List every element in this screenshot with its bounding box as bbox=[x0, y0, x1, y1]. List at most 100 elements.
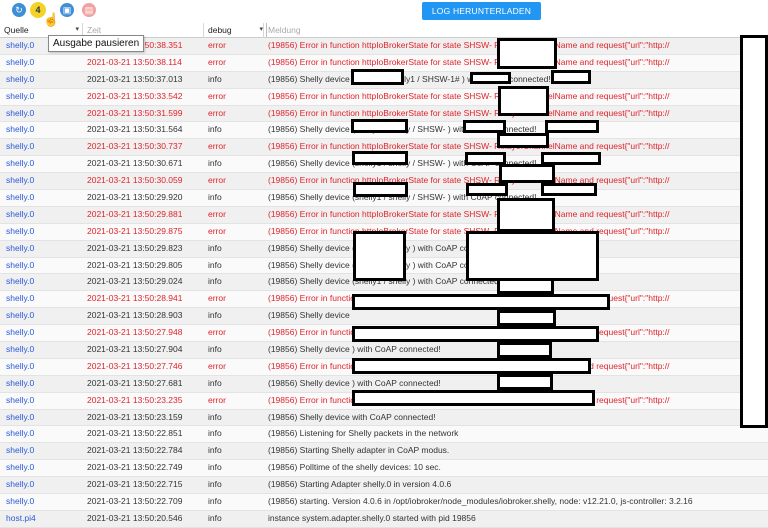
log-level: error bbox=[208, 327, 226, 338]
log-level: info bbox=[208, 158, 222, 169]
delete-button[interactable]: ▤ bbox=[82, 3, 96, 17]
download-log-button[interactable]: LOG HERUNTERLADEN bbox=[422, 2, 541, 20]
redaction-box bbox=[497, 133, 549, 148]
log-message: instance system.adapter.shelly.0 started… bbox=[268, 512, 476, 523]
log-row: shelly.0 2021-03-21 13:50:22.851 info (1985… bbox=[0, 426, 768, 444]
redaction-box bbox=[466, 183, 508, 196]
log-level: info bbox=[208, 344, 222, 355]
log-source[interactable]: shelly.0 bbox=[6, 224, 82, 240]
log-row: shelly.0 2021-03-21 13:50:27.904 info (1985… bbox=[0, 342, 768, 359]
log-message: (19856) Listening for Shelly packets in … bbox=[268, 428, 459, 439]
log-message: (19856) Polltime of the shelly devices: … bbox=[268, 462, 441, 473]
level-filter[interactable]: debug ▾ bbox=[204, 23, 267, 37]
pause-count: 4 bbox=[35, 5, 41, 15]
redaction-box bbox=[497, 374, 553, 390]
refresh-button[interactable]: ↻ bbox=[12, 3, 26, 17]
log-level: info bbox=[208, 192, 222, 203]
log-source[interactable]: shelly.0 bbox=[6, 106, 82, 122]
log-level: error bbox=[208, 90, 226, 101]
redaction-box bbox=[352, 358, 591, 374]
log-source[interactable]: shelly.0 bbox=[6, 55, 82, 71]
log-level: error bbox=[208, 394, 226, 405]
log-source[interactable]: shelly.0 bbox=[6, 393, 82, 409]
log-time: 2021-03-21 13:50:30.737 bbox=[87, 141, 183, 152]
log-level: info bbox=[208, 445, 222, 456]
redaction-box bbox=[463, 120, 506, 133]
redaction-box bbox=[351, 69, 404, 85]
log-source[interactable]: shelly.0 bbox=[6, 308, 82, 324]
log-source[interactable]: shelly.0 bbox=[6, 258, 82, 274]
source-filter-label: Quelle bbox=[4, 25, 29, 35]
log-source[interactable]: shelly.0 bbox=[6, 359, 82, 375]
message-filter[interactable]: Meldung bbox=[264, 23, 767, 37]
log-level: error bbox=[208, 208, 226, 219]
log-time: 2021-03-21 13:50:30.671 bbox=[87, 158, 183, 169]
log-time: 2021-03-21 13:50:31.564 bbox=[87, 124, 183, 135]
log-source[interactable]: shelly.0 bbox=[6, 241, 82, 257]
log-level: error bbox=[208, 107, 226, 118]
redaction-box bbox=[497, 278, 554, 294]
log-source[interactable]: shelly.0 bbox=[6, 291, 82, 307]
log-source[interactable]: shelly.0 bbox=[6, 376, 82, 392]
redaction-box bbox=[551, 70, 591, 84]
log-source[interactable]: shelly.0 bbox=[6, 477, 82, 493]
log-source[interactable]: shelly.0 bbox=[6, 325, 82, 341]
log-row: shelly.0 2021-03-21 13:50:33.542 error (198… bbox=[0, 88, 768, 106]
log-time: 2021-03-21 13:50:22.784 bbox=[87, 445, 183, 456]
log-source[interactable]: shelly.0 bbox=[6, 190, 82, 206]
log-level: error bbox=[208, 56, 226, 67]
log-source[interactable]: shelly.0 bbox=[6, 443, 82, 459]
log-level: info bbox=[208, 512, 222, 523]
redaction-box bbox=[352, 390, 595, 406]
log-level: info bbox=[208, 73, 222, 84]
log-source[interactable]: shelly.0 bbox=[6, 207, 82, 223]
redaction-box bbox=[497, 342, 552, 358]
log-level: info bbox=[208, 428, 222, 439]
log-source[interactable]: shelly.0 bbox=[6, 173, 82, 189]
log-level: error bbox=[208, 40, 226, 50]
log-level: info bbox=[208, 377, 222, 388]
log-source[interactable]: shelly.0 bbox=[6, 139, 82, 155]
log-source[interactable]: host.pi4 bbox=[6, 511, 82, 527]
log-row: host.pi4 2021-03-21 13:50:20.546 info insta… bbox=[0, 510, 768, 528]
log-time: 2021-03-21 13:50:30.059 bbox=[87, 175, 183, 186]
log-time: 2021-03-21 13:50:29.881 bbox=[87, 208, 183, 219]
copy-button[interactable]: ▣ bbox=[60, 3, 74, 17]
log-time: 2021-03-21 13:50:22.851 bbox=[87, 428, 183, 439]
toolbar: ↻ 4 ☝ ▣ ▤ LOG HERUNTERLADEN bbox=[0, 0, 768, 27]
log-row: shelly.0 2021-03-21 13:50:22.715 info (1985… bbox=[0, 477, 768, 495]
log-time: 2021-03-21 13:50:23.235 bbox=[87, 394, 183, 405]
redaction-box bbox=[545, 120, 599, 133]
redaction-box bbox=[497, 198, 555, 232]
log-time: 2021-03-21 13:50:29.920 bbox=[87, 192, 183, 203]
log-source[interactable]: shelly.0 bbox=[6, 89, 82, 105]
log-source[interactable]: shelly.0 bbox=[6, 426, 82, 442]
log-source[interactable]: shelly.0 bbox=[6, 72, 82, 88]
log-source[interactable]: shelly.0 bbox=[6, 122, 82, 138]
redaction-box bbox=[497, 38, 557, 69]
log-time: 2021-03-21 13:50:33.542 bbox=[87, 90, 183, 101]
log-message: (19856) Shelly device with CoAP connecte… bbox=[268, 411, 436, 422]
redaction-box bbox=[740, 35, 768, 428]
log-time: 2021-03-21 13:50:29.823 bbox=[87, 242, 183, 253]
redaction-box bbox=[353, 182, 408, 197]
log-time: 2021-03-21 13:50:27.948 bbox=[87, 327, 183, 338]
log-source[interactable]: shelly.0 bbox=[6, 274, 82, 290]
redaction-box bbox=[352, 326, 599, 342]
log-time: 2021-03-21 13:50:28.941 bbox=[87, 293, 183, 304]
log-source[interactable]: shelly.0 bbox=[6, 494, 82, 510]
time-filter-label: Zeit bbox=[87, 25, 102, 35]
log-source[interactable]: shelly.0 bbox=[6, 342, 82, 358]
log-level: info bbox=[208, 124, 222, 135]
log-message: (19856) Starting Adapter shelly.0 in ver… bbox=[268, 479, 452, 490]
redaction-box bbox=[541, 183, 597, 196]
log-source[interactable]: shelly.0 bbox=[6, 156, 82, 172]
log-time: 2021-03-21 13:50:29.805 bbox=[87, 259, 183, 270]
log-source[interactable]: shelly.0 bbox=[6, 460, 82, 476]
log-level: info bbox=[208, 259, 222, 270]
log-level: info bbox=[208, 276, 222, 287]
log-source[interactable]: shelly.0 bbox=[6, 410, 82, 426]
redaction-box bbox=[352, 151, 408, 165]
log-row: shelly.0 2021-03-21 13:50:29.881 error (198… bbox=[0, 206, 768, 224]
log-row: shelly.0 2021-03-21 13:50:22.709 info (1985… bbox=[0, 494, 768, 511]
